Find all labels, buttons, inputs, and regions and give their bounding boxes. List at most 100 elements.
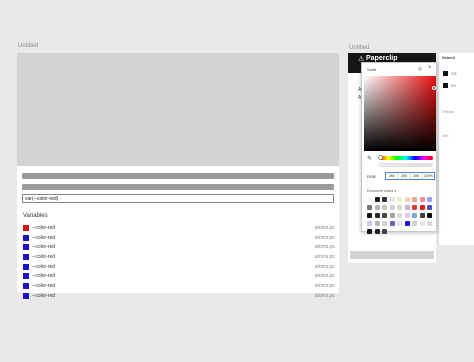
palette-swatch[interactable] — [374, 197, 380, 202]
palette-swatch[interactable] — [412, 205, 417, 210]
rgb-inputs[interactable]: 255 255 255 100% — [385, 172, 435, 180]
palette-swatch[interactable] — [389, 213, 395, 218]
blue-input[interactable]: 255 — [411, 173, 423, 179]
panel-text: CS — [451, 71, 457, 76]
palette-swatch[interactable] — [367, 221, 372, 226]
palette-swatch[interactable] — [367, 213, 372, 218]
variable-name: --color-red — [32, 283, 56, 290]
palette-swatch[interactable] — [427, 205, 432, 210]
alpha-input[interactable]: 100% — [423, 173, 434, 179]
variable-row[interactable]: --color-red atoms.pc — [23, 292, 335, 302]
variable-row[interactable]: --color-red atoms.pc — [23, 253, 335, 263]
palette-swatch[interactable] — [427, 213, 432, 218]
document-colors-label[interactable]: Document colors ▾ — [367, 189, 396, 193]
palette-swatch[interactable] — [412, 221, 417, 226]
variable-row[interactable]: --color-red atoms.pc — [23, 234, 335, 244]
palette-swatch[interactable] — [419, 213, 425, 218]
main-frame-title[interactable]: Untitled — [18, 43, 38, 49]
variable-name: --color-red — [32, 273, 56, 280]
variable-color-swatch — [23, 254, 29, 261]
variable-source: atoms.pc — [314, 225, 335, 231]
variable-source: atoms.pc — [314, 254, 335, 261]
color-swatch[interactable] — [443, 83, 448, 88]
palette-swatch[interactable] — [367, 229, 372, 234]
variable-color-swatch — [23, 263, 29, 270]
red-input[interactable]: 255 — [386, 173, 399, 179]
palette-swatch[interactable] — [427, 221, 432, 226]
color-value-input[interactable] — [22, 194, 334, 203]
palette-swatch[interactable] — [367, 197, 372, 202]
main-frame[interactable]: Variables --color-redatoms.pc--color-red… — [17, 53, 339, 299]
target-icon[interactable]: ◎ — [418, 66, 422, 72]
variable-color-swatch — [23, 292, 29, 299]
palette-swatch[interactable] — [382, 197, 387, 202]
variable-name: --color-red — [32, 244, 56, 251]
gray-bar — [22, 173, 334, 179]
palette-swatch[interactable] — [404, 213, 410, 218]
palette-swatch[interactable] — [374, 205, 380, 210]
hue-slider-handle[interactable] — [378, 155, 383, 160]
palette-swatch[interactable] — [382, 213, 387, 218]
panel-header: Selecti — [442, 55, 455, 60]
palette-swatch[interactable] — [419, 197, 425, 202]
palette-swatch[interactable] — [404, 197, 410, 202]
document-colors-palette — [367, 197, 437, 234]
variable-source: atoms.pc — [314, 234, 335, 241]
variable-row[interactable]: --color-red atoms.pc — [23, 272, 335, 282]
palette-swatch[interactable] — [404, 205, 410, 210]
color-mode-label[interactable]: RGB — [367, 174, 376, 179]
gray-bar — [22, 184, 334, 190]
palette-swatch[interactable] — [397, 213, 402, 218]
variable-source: atoms.pc — [314, 292, 335, 299]
variable-color-swatch — [23, 244, 29, 251]
palette-swatch[interactable] — [397, 221, 402, 226]
palette-swatch[interactable] — [404, 221, 410, 226]
close-icon[interactable]: × — [428, 65, 432, 71]
variable-name: --color-red — [32, 292, 56, 299]
variable-row[interactable]: --color-red atoms.pc — [23, 224, 335, 234]
palette-swatch[interactable] — [367, 205, 372, 210]
sv-handle[interactable] — [432, 86, 436, 90]
palette-swatch[interactable] — [419, 221, 425, 226]
saturation-value-area[interactable] — [364, 76, 436, 151]
palette-swatch[interactable] — [389, 205, 395, 210]
palette-swatch[interactable] — [412, 197, 417, 202]
palette-swatch[interactable] — [382, 229, 387, 234]
other-label: Oth — [442, 133, 449, 138]
variable-row[interactable]: --color-red atoms.pc — [23, 263, 335, 273]
panel-text: Fo — [451, 83, 456, 88]
eyedropper-icon[interactable]: ✎ — [367, 155, 372, 162]
variable-source: atoms.pc — [314, 263, 335, 270]
color-picker-popup: Solid ◎ × ✎ RGB 255 255 255 100% Documen… — [361, 62, 437, 234]
palette-swatch[interactable] — [389, 197, 395, 202]
palette-swatch[interactable] — [374, 213, 380, 218]
palette-swatch[interactable] — [382, 221, 387, 226]
palette-swatch[interactable] — [412, 213, 417, 218]
palette-swatch[interactable] — [397, 205, 402, 210]
palette-swatch[interactable] — [374, 221, 380, 226]
palette-swatch[interactable] — [382, 205, 387, 210]
variable-row[interactable]: --color-red atoms.pc — [23, 243, 335, 253]
variables-heading: Variables — [23, 213, 48, 219]
alpha-slider[interactable] — [379, 163, 433, 167]
variable-name: --color-red — [32, 234, 56, 241]
green-input[interactable]: 255 — [398, 173, 411, 179]
properties-panel: Selecti CS Fo Effects Oth — [438, 53, 474, 245]
preview-area — [17, 53, 339, 166]
variables-list: --color-red atoms.pc --color-red atoms.pc --… — [23, 224, 335, 302]
side-gray-block — [350, 251, 434, 259]
side-frame-title[interactable]: Untitled — [349, 45, 369, 51]
color-swatch[interactable] — [443, 71, 448, 76]
palette-swatch[interactable] — [397, 197, 402, 202]
logo-text: Paperclip — [366, 55, 398, 62]
hue-slider[interactable] — [379, 156, 433, 160]
variable-source: atoms.pc — [314, 244, 335, 251]
fill-type-label[interactable]: Solid — [367, 67, 376, 72]
variable-color-swatch — [23, 234, 29, 241]
palette-swatch[interactable] — [427, 197, 432, 202]
palette-swatch[interactable] — [374, 229, 380, 234]
palette-swatch[interactable] — [389, 221, 395, 226]
variable-color-swatch — [23, 283, 29, 290]
variable-row[interactable]: --color-red atoms.pc — [23, 282, 335, 292]
palette-swatch[interactable] — [419, 205, 425, 210]
